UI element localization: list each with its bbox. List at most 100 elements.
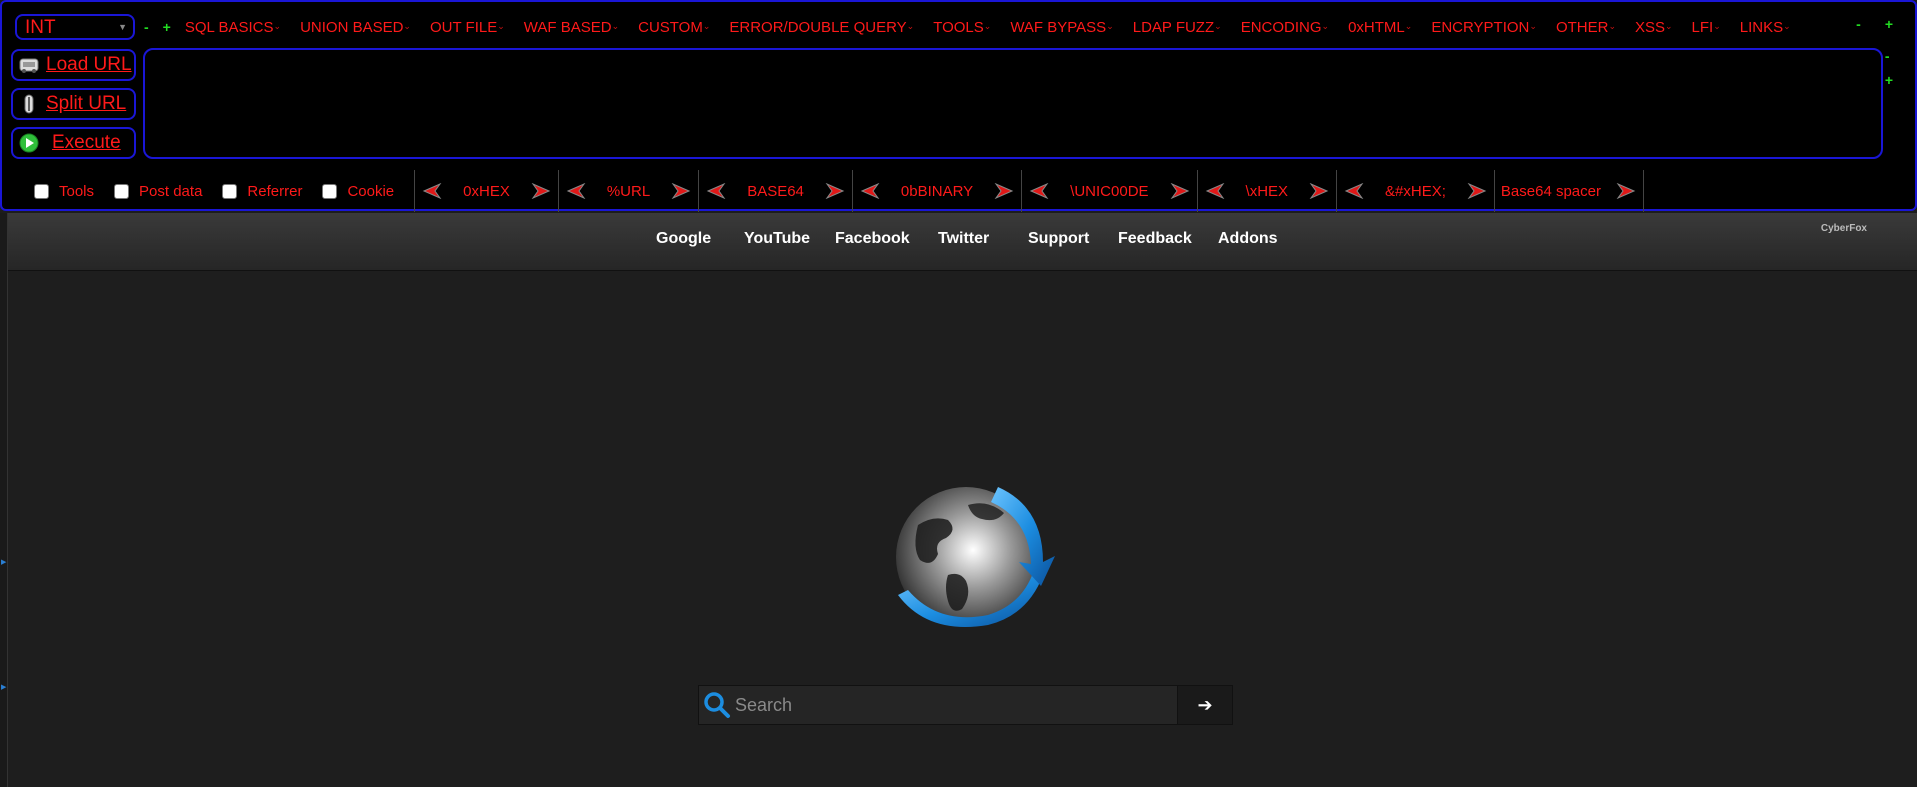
encoder-label[interactable]: \xHEX xyxy=(1228,183,1307,200)
menu-label: WAF BYPASS xyxy=(1010,18,1107,36)
menu-label: TOOLS xyxy=(933,18,984,36)
nav-youtube[interactable]: YouTube xyxy=(744,230,810,248)
options-row: Tools Post data Referrer Cookie 0xHEX %U… xyxy=(34,170,1644,212)
checkbox-box[interactable] xyxy=(114,183,130,199)
nav-google[interactable]: Google xyxy=(656,230,711,248)
decode-arrow-left-icon[interactable] xyxy=(1026,181,1052,201)
menu-lfi[interactable]: LFI⌄ xyxy=(1692,19,1721,36)
collapse-icon[interactable]: - xyxy=(1885,48,1893,64)
menu-other[interactable]: OTHER⌄ xyxy=(1556,19,1616,36)
search-box: ➔ xyxy=(698,685,1233,725)
expand-icon[interactable]: + xyxy=(1885,16,1893,32)
encode-arrow-right-icon[interactable] xyxy=(1306,181,1332,201)
decode-arrow-left-icon[interactable] xyxy=(1341,181,1367,201)
menu-label: 0xHTML xyxy=(1348,18,1405,36)
execute-button[interactable]: Execute xyxy=(11,127,136,159)
decode-arrow-left-icon[interactable] xyxy=(857,181,883,201)
encode-arrow-right-icon[interactable] xyxy=(1613,181,1639,201)
menu-union-based[interactable]: UNION BASED⌄ xyxy=(300,19,411,36)
edge-arrow-icon[interactable]: ▶ xyxy=(1,558,6,566)
menu-label: ENCRYPTION xyxy=(1431,18,1530,36)
menu-label: OTHER xyxy=(1555,18,1609,36)
nav-twitter[interactable]: Twitter xyxy=(938,230,989,248)
expand-icon[interactable]: + xyxy=(1885,72,1893,88)
menu-0xhtml[interactable]: 0xHTML⌄ xyxy=(1348,19,1412,36)
menu-out-file[interactable]: OUT FILE⌄ xyxy=(430,19,505,36)
encode-arrow-right-icon[interactable] xyxy=(668,181,694,201)
encoder-label[interactable]: %URL xyxy=(589,183,668,200)
sidebar-edge: ▶ ▶ xyxy=(0,213,8,787)
encoder-label[interactable]: BASE64 xyxy=(729,183,822,200)
cookie-checkbox[interactable]: Cookie xyxy=(322,183,394,200)
menu-error-double-query[interactable]: ERROR/DOUBLE QUERY⌄ xyxy=(729,19,914,36)
load-url-label: Load URL xyxy=(46,54,132,75)
nav-addons[interactable]: Addons xyxy=(1218,230,1278,248)
decode-arrow-left-icon[interactable] xyxy=(703,181,729,201)
hackbar-toolbar: INT ▼ - + SQL BASICS⌄ UNION BASED⌄ OUT F… xyxy=(0,0,1917,212)
menu-label: CUSTOM xyxy=(638,18,703,36)
menu-label: XSS xyxy=(1634,18,1665,36)
collapse-icon[interactable]: - xyxy=(1856,16,1861,32)
tools-checkbox[interactable]: Tools xyxy=(34,183,94,200)
encode-arrow-right-icon[interactable] xyxy=(991,181,1017,201)
decode-arrow-left-icon[interactable] xyxy=(419,181,445,201)
play-icon xyxy=(18,132,40,154)
edge-arrow-icon[interactable]: ▶ xyxy=(1,683,6,691)
encoder-label[interactable]: 0xHEX xyxy=(445,183,528,200)
split-url-label: Split URL xyxy=(46,93,127,114)
nav-feedback[interactable]: Feedback xyxy=(1118,230,1192,248)
right-controls-top: - + xyxy=(1856,16,1907,32)
post-data-checkbox[interactable]: Post data xyxy=(114,183,202,200)
menu-custom[interactable]: CUSTOM⌄ xyxy=(638,19,710,36)
search-icon xyxy=(699,686,735,724)
nav-support[interactable]: Support xyxy=(1028,230,1089,248)
menu-waf-based[interactable]: WAF BASED⌄ xyxy=(524,19,619,36)
encoder-0xhex: 0xHEX xyxy=(414,170,558,212)
hackbar-menubar: - + SQL BASICS⌄ UNION BASED⌄ OUT FILE⌄ W… xyxy=(144,16,1810,38)
menu-label: LINKS xyxy=(1739,18,1784,36)
encoder-label[interactable]: &#xHEX; xyxy=(1367,183,1464,200)
encoder-label[interactable]: 0bBINARY xyxy=(883,183,991,200)
encoder-xhex: \xHEX xyxy=(1196,170,1337,212)
menu-links[interactable]: LINKS⌄ xyxy=(1740,19,1791,36)
injection-level-select[interactable]: INT ▼ xyxy=(15,14,135,40)
search-input[interactable] xyxy=(735,686,1177,724)
split-url-icon xyxy=(18,93,40,115)
encode-arrow-right-icon[interactable] xyxy=(1464,181,1490,201)
search-submit-button[interactable]: ➔ xyxy=(1177,686,1232,724)
menu-tools[interactable]: TOOLS⌄ xyxy=(933,19,991,36)
collapse-icon[interactable]: - xyxy=(144,19,149,35)
execute-label: Execute xyxy=(52,132,121,153)
checkbox-box[interactable] xyxy=(34,183,49,199)
url-textarea[interactable] xyxy=(143,48,1883,159)
menu-encryption[interactable]: ENCRYPTION⌄ xyxy=(1431,19,1537,36)
new-tab-page: Google YouTube Facebook Twitter Support … xyxy=(8,213,1917,787)
checkbox-label: Tools xyxy=(59,182,95,200)
referrer-checkbox[interactable]: Referrer xyxy=(222,183,302,200)
brand-label: CyberFox xyxy=(1820,223,1867,234)
encoder-label[interactable]: \UNIC00DE xyxy=(1052,183,1166,200)
top-nav: Google YouTube Facebook Twitter Support … xyxy=(8,213,1917,271)
decode-arrow-left-icon[interactable] xyxy=(1202,181,1228,201)
menu-xss[interactable]: XSS⌄ xyxy=(1635,19,1673,36)
decode-arrow-left-icon[interactable] xyxy=(563,181,589,201)
encoder-label[interactable]: Base64 spacer xyxy=(1499,183,1613,200)
menu-encoding[interactable]: ENCODING⌄ xyxy=(1241,19,1329,36)
expand-icon[interactable]: + xyxy=(163,19,171,35)
load-url-button[interactable]: Load URL xyxy=(11,49,136,81)
menu-ldap-fuzz[interactable]: LDAP FUZZ⌄ xyxy=(1133,19,1222,36)
menu-sql-basics[interactable]: SQL BASICS⌄ xyxy=(185,19,281,36)
level-select-value: INT xyxy=(25,17,56,38)
menu-label: SQL BASICS xyxy=(184,18,274,36)
menu-label: UNION BASED xyxy=(300,18,404,36)
menu-waf-bypass[interactable]: WAF BYPASS⌄ xyxy=(1010,19,1113,36)
nav-facebook[interactable]: Facebook xyxy=(835,230,910,248)
menu-label: WAF BASED xyxy=(523,18,612,36)
encode-arrow-right-icon[interactable] xyxy=(528,181,554,201)
menu-label: LDAP FUZZ xyxy=(1132,18,1215,36)
encode-arrow-right-icon[interactable] xyxy=(1167,181,1193,201)
split-url-button[interactable]: Split URL xyxy=(11,88,136,120)
encode-arrow-right-icon[interactable] xyxy=(822,181,848,201)
checkbox-box[interactable] xyxy=(222,183,238,199)
checkbox-box[interactable] xyxy=(322,183,338,199)
